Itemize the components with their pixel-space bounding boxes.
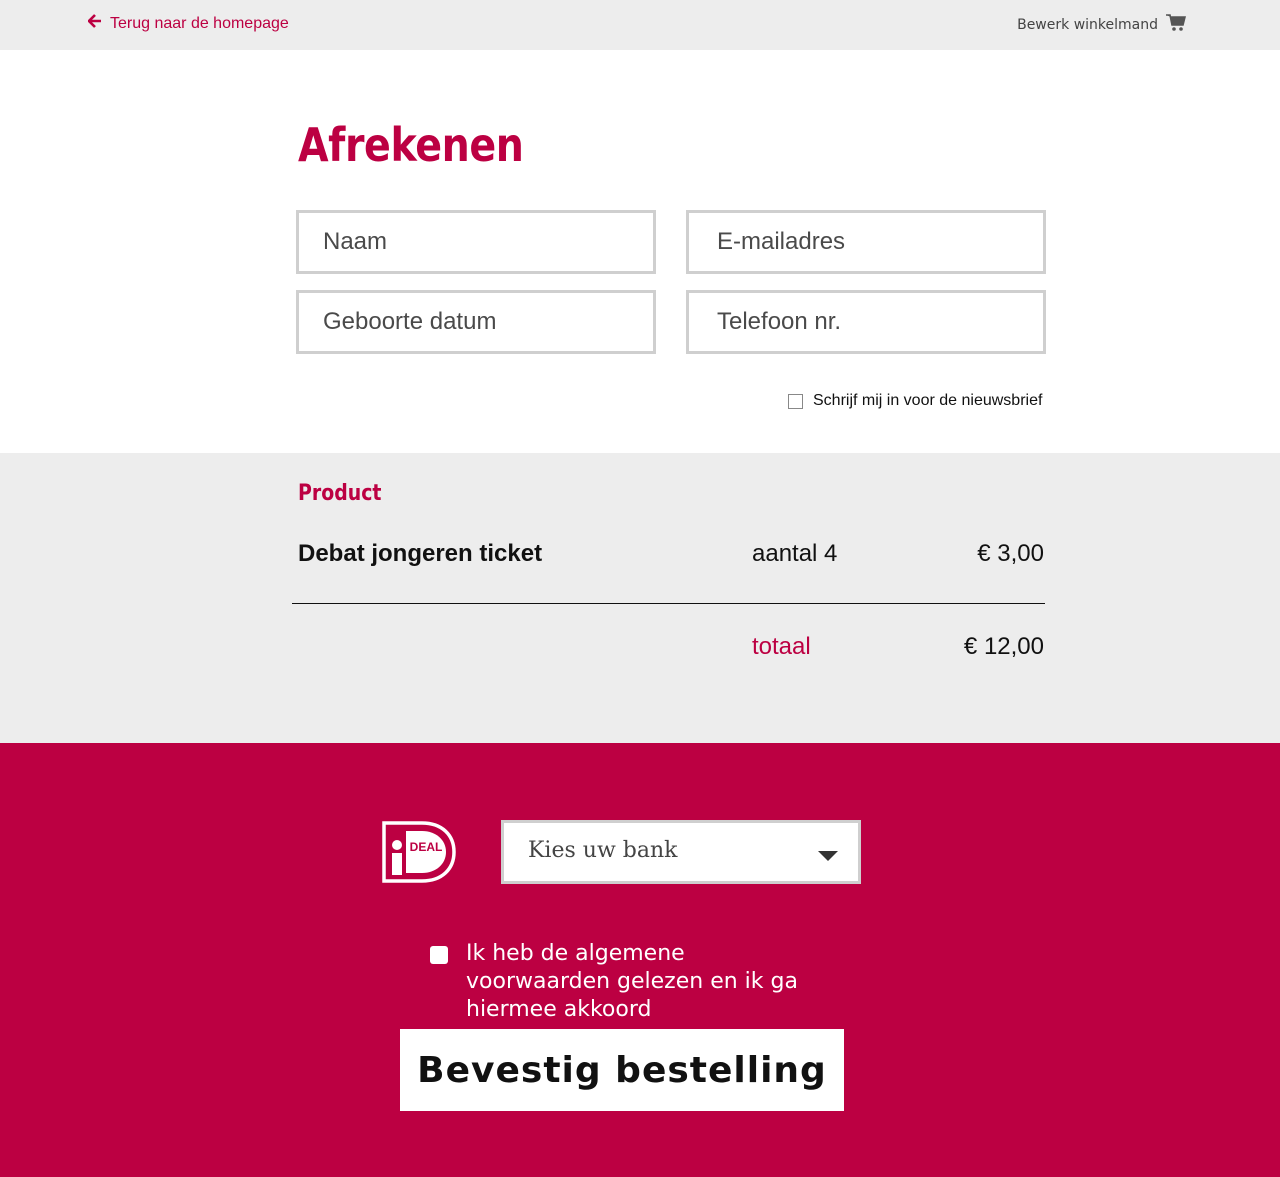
- product-name: Debat jongeren ticket: [298, 540, 543, 567]
- product-price: € 3,00: [977, 540, 1044, 567]
- newsletter-label: Schrijf mij in voor de nieuwsbrief: [813, 392, 1043, 409]
- terms-agreement: Ik heb de algemene voorwaarden gelezen e…: [430, 940, 826, 1024]
- name-field[interactable]: [296, 210, 656, 274]
- birthdate-field[interactable]: [296, 290, 656, 354]
- newsletter-option: Schrijf mij in voor de nieuwsbrief: [788, 392, 1042, 410]
- newsletter-checkbox[interactable]: [788, 393, 803, 409]
- edit-cart-link[interactable]: Bewerk winkelmand: [1017, 14, 1187, 36]
- edit-cart-label: Bewerk winkelmand: [1017, 17, 1158, 33]
- top-bar: Terug naar de homepage Bewerk winkelmand: [0, 0, 1280, 50]
- page-title: Afrekenen: [298, 118, 524, 172]
- ideal-logo-icon: DEAL: [382, 821, 456, 883]
- chevron-down-icon: [818, 851, 838, 861]
- product-heading: Product: [298, 481, 382, 506]
- back-to-homepage-link[interactable]: Terug naar de homepage: [87, 14, 289, 33]
- total-label: totaal: [752, 633, 811, 660]
- email-field[interactable]: [686, 210, 1046, 274]
- confirm-order-button[interactable]: Bevestig bestelling: [400, 1029, 844, 1111]
- bank-select-label: Kies uw bank: [528, 838, 678, 863]
- summary-divider: [292, 603, 1045, 604]
- back-link-label: Terug naar de homepage: [110, 14, 289, 32]
- phone-field[interactable]: [686, 290, 1046, 354]
- terms-label: Ik heb de algemene voorwaarden gelezen e…: [466, 941, 798, 1022]
- bank-select[interactable]: Kies uw bank: [501, 820, 861, 884]
- payment-section: DEAL Kies uw bank Ik heb de algemene voo…: [0, 743, 1280, 1177]
- terms-checkbox[interactable]: [430, 946, 448, 964]
- product-quantity: aantal 4: [752, 540, 838, 567]
- shopping-cart-icon: [1166, 14, 1187, 36]
- total-value: € 12,00: [963, 633, 1044, 660]
- ideal-logo-text: DEAL: [410, 840, 443, 854]
- order-summary: Product Debat jongeren ticket aantal 4 €…: [0, 453, 1280, 743]
- arrow-left-icon: [87, 14, 102, 33]
